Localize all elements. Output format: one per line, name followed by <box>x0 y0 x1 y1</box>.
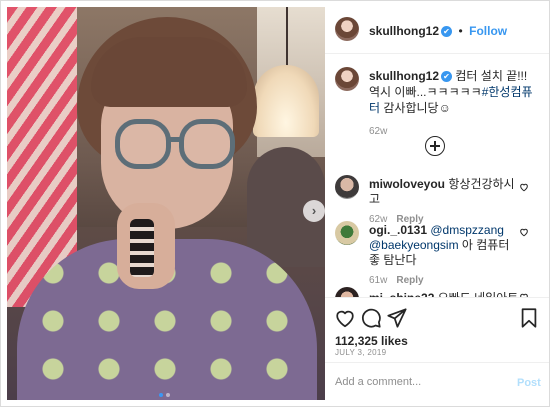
post-header: skullhong12 ✔ • Follow <box>325 1 549 54</box>
header-separator: • <box>458 24 463 38</box>
bookmark-icon[interactable] <box>518 307 540 329</box>
comment-meta: 61w Reply <box>369 273 519 288</box>
photo-glasses-right-lens <box>179 119 235 169</box>
comment-avatar[interactable] <box>335 175 359 199</box>
header-user-line: skullhong12 ✔ • Follow <box>369 22 507 40</box>
carousel-dot <box>166 393 170 397</box>
comment-time: 61w <box>369 275 388 286</box>
comment-like-heart-icon[interactable] <box>519 182 529 192</box>
caption-username[interactable]: skullhong12 <box>369 69 439 83</box>
carousel-dots <box>159 384 173 400</box>
comment-icon[interactable] <box>360 307 382 329</box>
comment-mention-link[interactable]: @dmspzzang <box>430 223 504 237</box>
caption-verified-badge-icon: ✔ <box>441 71 453 82</box>
reply-button[interactable]: Reply <box>396 275 423 286</box>
comment-username[interactable]: ogi._.0131 <box>369 223 427 237</box>
comment-avatar[interactable] <box>335 221 359 245</box>
comment-box-divider <box>325 362 549 363</box>
carousel-dot-active <box>159 393 163 397</box>
comment-username[interactable]: miwoloveyou <box>369 177 445 191</box>
photo-glasses-bridge <box>167 137 181 142</box>
follow-button[interactable]: Follow <box>469 24 507 38</box>
footer-divider <box>325 297 549 298</box>
share-icon[interactable] <box>386 307 408 329</box>
photo-glasses-left-lens <box>115 119 171 169</box>
caption: skullhong12 ✔ 컴터 설치 끝!!! 역시 이빠...ㅋㅋㅋㅋㅋ#한성… <box>369 68 541 140</box>
post-photo[interactable]: › <box>7 7 325 400</box>
photo-painted-nails <box>130 219 154 277</box>
post-date: JULY 3, 2019 <box>335 348 387 357</box>
instagram-post: › skullhong12 ✔ • Follow skullhong12 ✔ 컴터 … <box>0 0 550 407</box>
photo-lamp-cord <box>286 7 288 67</box>
header-avatar[interactable] <box>335 17 359 41</box>
photo-lamp <box>253 65 319 137</box>
post-comment-button[interactable]: Post <box>517 377 541 389</box>
photo-fringe <box>91 37 247 107</box>
caption-time: 62w <box>369 126 388 137</box>
header-username[interactable]: skullhong12 <box>369 24 439 38</box>
comment-item: miwoloveyou 항상건강하시고 62w Reply <box>369 177 519 227</box>
add-comment-input[interactable] <box>335 373 503 391</box>
caption-text-after: 감사합니당☺ <box>380 101 451 115</box>
load-more-comments-icon[interactable] <box>425 136 445 156</box>
carousel-next-arrow-icon[interactable]: › <box>303 200 325 222</box>
comment-item: ogi._.0131 @dmspzzang @baekyeongsim 아 컴퓨… <box>369 223 519 288</box>
post-side-panel: skullhong12 ✔ • Follow skullhong12 ✔ 컴터 설치… <box>325 1 549 406</box>
verified-badge-icon: ✔ <box>441 26 453 37</box>
likes-count[interactable]: 112,325 likes <box>335 334 408 348</box>
caption-avatar[interactable] <box>335 67 359 91</box>
heart-icon[interactable] <box>334 307 356 329</box>
comment-mention-link[interactable]: @baekyeongsim <box>369 238 459 252</box>
comment-like-heart-icon[interactable] <box>519 227 529 237</box>
